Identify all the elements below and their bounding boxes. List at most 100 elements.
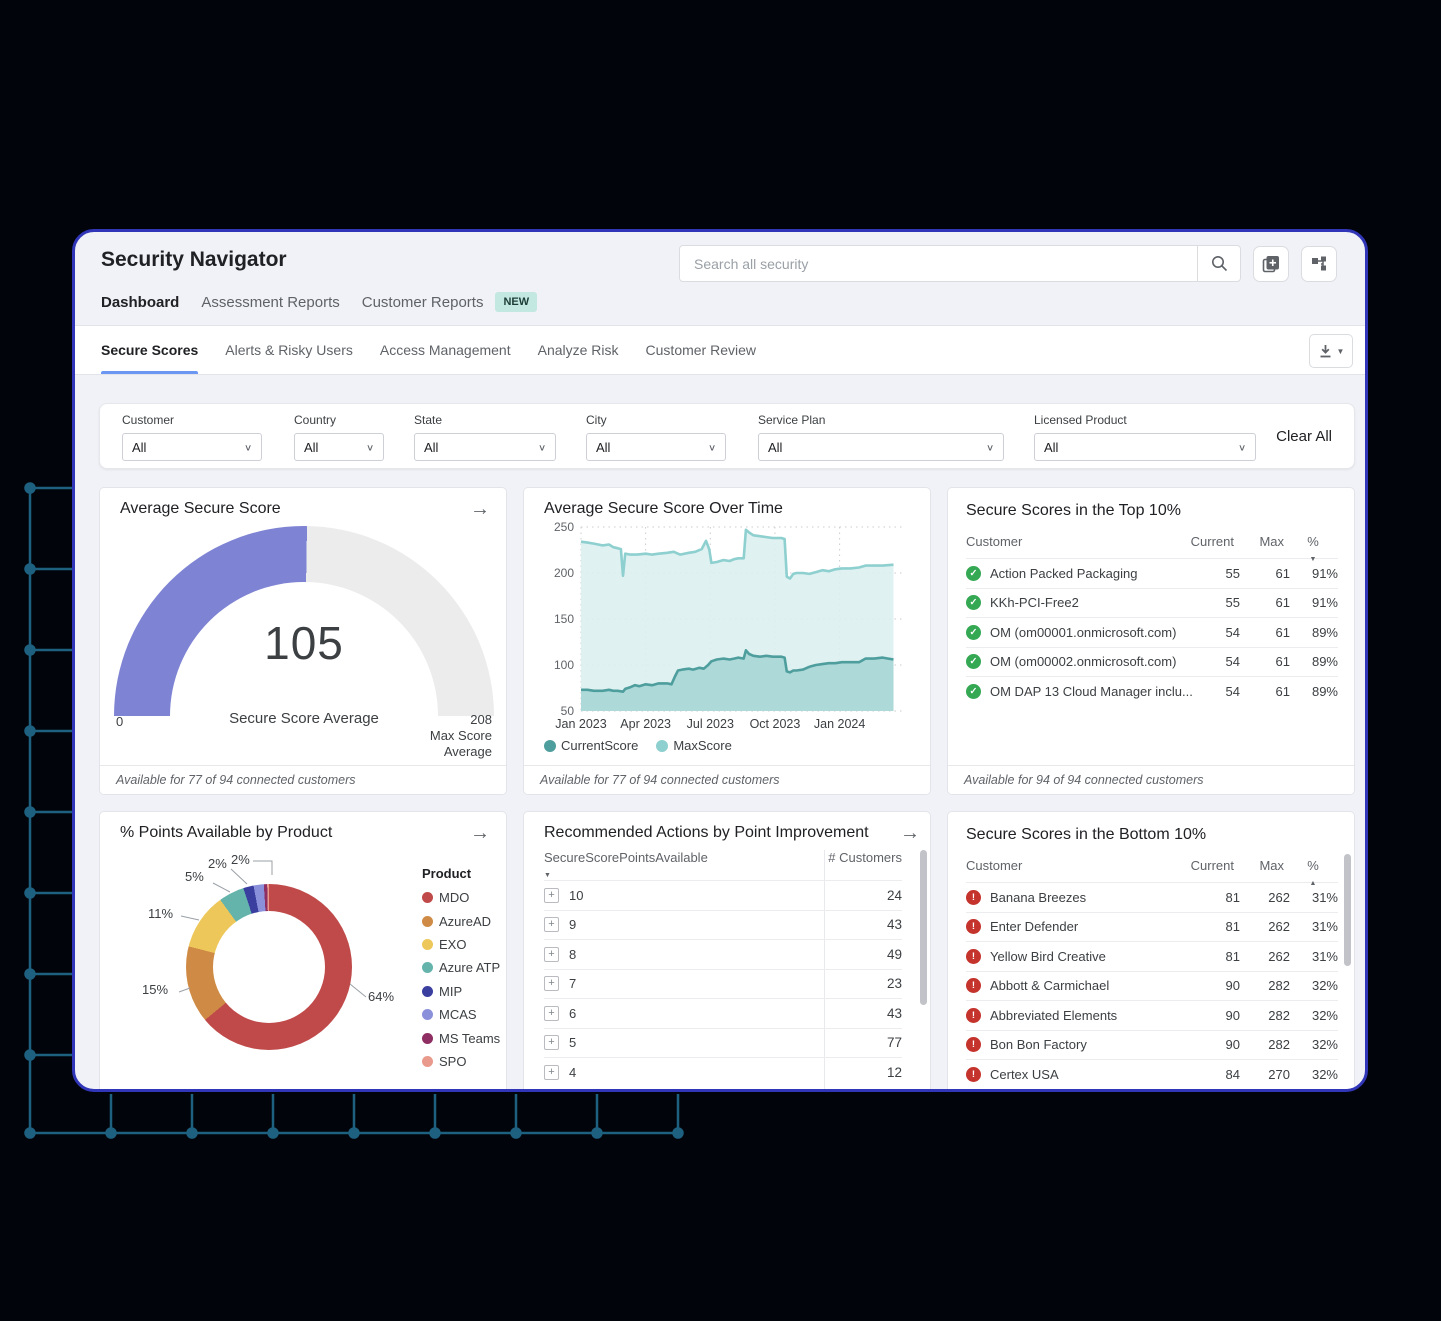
sort-asc-icon: ▲ (1310, 880, 1317, 887)
tab-analyze-risk[interactable]: Analyze Risk (538, 326, 619, 374)
col-customer[interactable]: Customer (966, 534, 1022, 549)
card-footer: Available for 77 of 94 connected custome… (524, 765, 930, 794)
tab-secure-scores[interactable]: Secure Scores (101, 326, 198, 374)
nav-item-dashboard[interactable]: Dashboard (101, 294, 179, 311)
table-row[interactable]: +412 (544, 1057, 902, 1087)
table-row[interactable]: +577 (544, 1028, 902, 1058)
legend-dot (422, 1056, 433, 1067)
current-score: 54 (1204, 625, 1240, 640)
customers-count: 23 (822, 976, 902, 991)
download-button[interactable]: ▼ (1309, 334, 1353, 368)
table-row[interactable]: ✓OM (om00001.onmicrosoft.com)546189% (966, 617, 1338, 647)
table-row[interactable]: !Certex USA8427032% (966, 1059, 1338, 1089)
search-box (679, 245, 1241, 282)
legend-dot (422, 892, 433, 903)
max-score: 282 (1240, 1008, 1290, 1023)
table-row[interactable]: ✓OM (om00002.onmicrosoft.com)546189% (966, 647, 1338, 677)
expand-plus-icon[interactable]: + (544, 976, 559, 991)
expand-plus-icon[interactable]: + (544, 1006, 559, 1021)
legend-item-maxscore: MaxScore (656, 738, 732, 753)
points-value: 5 (569, 1035, 822, 1050)
table-row[interactable]: !Enter Defender8126231% (966, 912, 1338, 942)
copy-add-button[interactable] (1253, 246, 1289, 282)
legend-dot (422, 1009, 433, 1020)
pct-score: 89% (1290, 625, 1338, 640)
expand-plus-icon[interactable]: + (544, 947, 559, 962)
col-current[interactable]: Current (1174, 858, 1234, 873)
filter-select[interactable]: All∨ (414, 433, 556, 461)
table-row[interactable]: !Abbreviated Elements9028232% (966, 1000, 1338, 1030)
col-pct[interactable]: %▼ (1302, 534, 1324, 564)
table-row[interactable]: +723 (544, 969, 902, 999)
table-row[interactable]: ✓OM DAP 13 Cloud Manager inclu...546189% (966, 676, 1338, 706)
gauge-max-label: 208 Max Score Average (430, 712, 492, 760)
card-score-over-time: Average Secure Score Over Time 250200150… (523, 487, 931, 795)
filter-label: State (414, 413, 556, 427)
table-row[interactable]: +849 (544, 939, 902, 969)
col-customer[interactable]: Customer (966, 858, 1022, 873)
expand-plus-icon[interactable]: + (544, 888, 559, 903)
search-input[interactable] (680, 256, 1197, 272)
filter-select[interactable]: All∨ (758, 433, 1004, 461)
filter-select[interactable]: All∨ (586, 433, 726, 461)
customer-name: Abbreviated Elements (990, 1008, 1204, 1023)
customer-name: Banana Breezes (990, 890, 1204, 905)
svg-text:Jan 2024: Jan 2024 (814, 717, 865, 731)
open-report-arrow-icon[interactable]: → (900, 822, 920, 845)
pct-score: 31% (1290, 949, 1338, 964)
col-pct[interactable]: %▲ (1302, 858, 1324, 888)
tab-customer-review[interactable]: Customer Review (646, 326, 756, 374)
card-top10-scores: Secure Scores in the Top 10% CustomerCur… (947, 487, 1355, 795)
col-max[interactable]: Max (1244, 534, 1284, 549)
table-row[interactable]: !Banana Breezes8126231% (966, 882, 1338, 912)
customers-count: 77 (822, 1035, 902, 1050)
tab-alerts-risky-users[interactable]: Alerts & Risky Users (225, 326, 353, 374)
pct-score: 31% (1290, 919, 1338, 934)
filter-select[interactable]: All∨ (294, 433, 384, 461)
search-button[interactable] (1197, 246, 1240, 281)
open-report-arrow-icon[interactable]: → (470, 822, 490, 845)
expand-plus-icon[interactable]: + (544, 1035, 559, 1050)
table-row[interactable]: ✓Action Packed Packaging556191% (966, 558, 1338, 588)
expand-plus-icon[interactable]: + (544, 917, 559, 932)
table-row[interactable]: +1024 (544, 880, 902, 910)
donut-chart (186, 884, 352, 1050)
filter-select[interactable]: All∨ (1034, 433, 1256, 461)
vertical-scrollbar[interactable] (1344, 854, 1351, 966)
max-score: 282 (1240, 1037, 1290, 1052)
table-row[interactable]: +943 (544, 910, 902, 940)
table-row[interactable]: !Bon Bon Factory9028232% (966, 1030, 1338, 1060)
table-row[interactable]: ✓KKh-PCI-Free2556191% (966, 588, 1338, 618)
slice-pct-label: 2% (208, 856, 227, 871)
open-report-arrow-icon[interactable]: → (470, 498, 490, 521)
svg-text:Jul 2023: Jul 2023 (687, 717, 734, 731)
col-points-available[interactable]: SecureScorePointsAvailable▼ (544, 850, 708, 880)
filter-label: Licensed Product (1034, 413, 1256, 427)
col-customers[interactable]: # Customers (828, 850, 902, 865)
points-value: 4 (569, 1065, 822, 1080)
col-current[interactable]: Current (1174, 534, 1234, 549)
filter-select[interactable]: All∨ (122, 433, 262, 461)
clear-all-filters-button[interactable]: Clear All (1276, 428, 1332, 445)
filter-value: All (596, 440, 610, 455)
pct-score: 32% (1290, 1037, 1338, 1052)
table-row[interactable]: !Abbott & Carmichael9028232% (966, 971, 1338, 1001)
expand-plus-icon[interactable]: + (544, 1065, 559, 1080)
nav-item-customer-reports[interactable]: Customer Reports (362, 294, 484, 311)
vertical-scrollbar[interactable] (920, 850, 927, 1005)
hierarchy-view-button[interactable] (1301, 246, 1337, 282)
filter-value: All (424, 440, 438, 455)
customer-name: Certex USA (990, 1067, 1204, 1082)
tab-access-management[interactable]: Access Management (380, 326, 511, 374)
legend-dot (656, 740, 668, 752)
filter-label: Country (294, 413, 384, 427)
card-title: % Points Available by Product (120, 824, 332, 842)
nav-item-assessment-reports[interactable]: Assessment Reports (201, 294, 339, 311)
filter-label: Service Plan (758, 413, 1004, 427)
slice-pct-label: 2% (231, 852, 250, 867)
filter-service-plan: Service Plan All∨ (758, 413, 1004, 461)
table-row[interactable]: +643 (544, 998, 902, 1028)
customers-count: 12 (822, 1065, 902, 1080)
table-row[interactable]: !Yellow Bird Creative8126231% (966, 941, 1338, 971)
col-max[interactable]: Max (1244, 858, 1284, 873)
